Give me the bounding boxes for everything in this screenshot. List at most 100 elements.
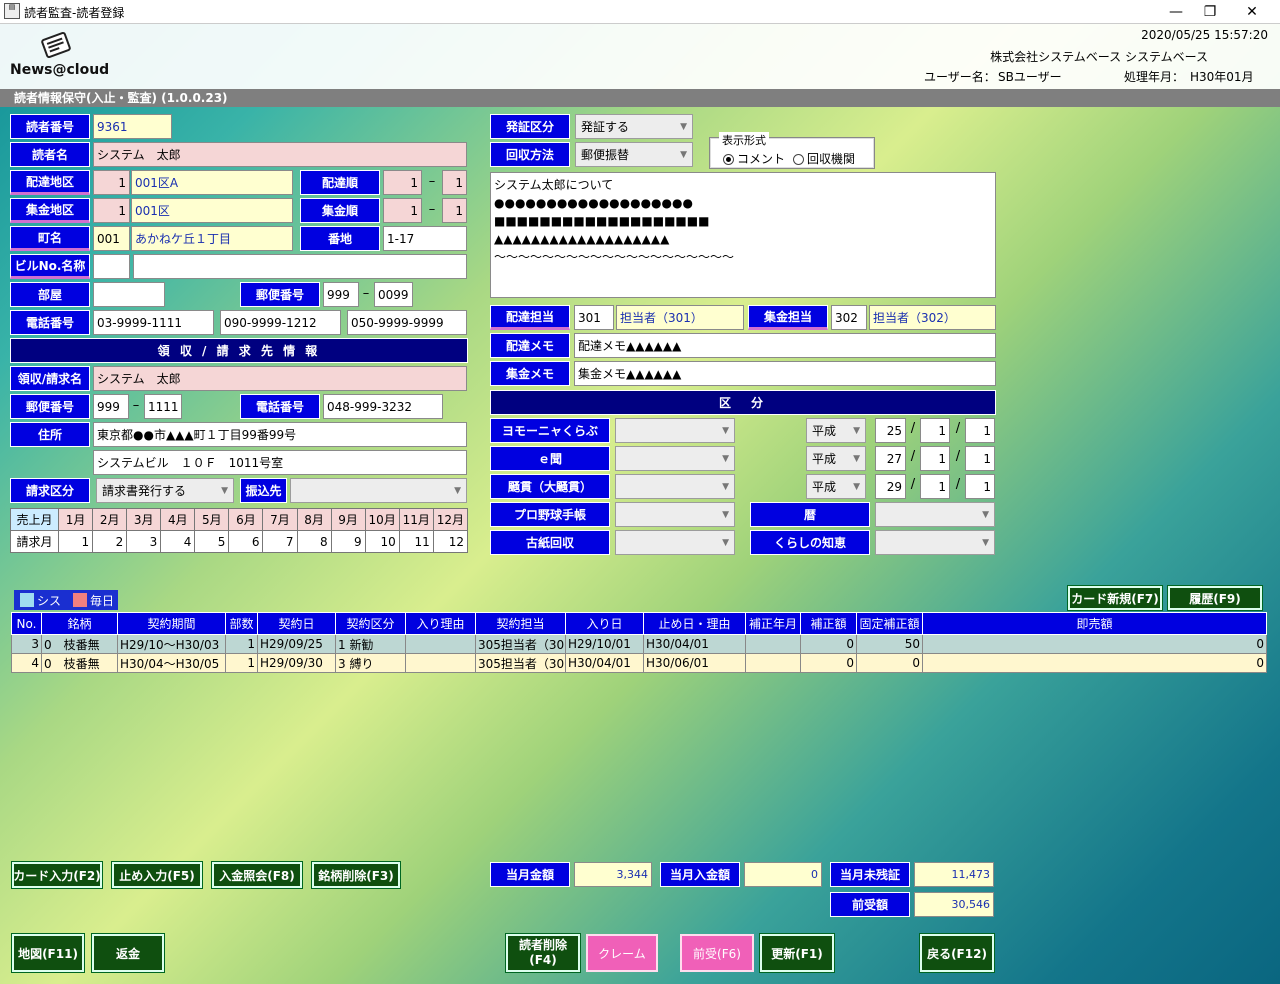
bill-month-cell[interactable]: 3	[126, 530, 162, 553]
bill-month-cell[interactable]: 2	[92, 530, 128, 553]
update-button[interactable]: 更新(F1)	[759, 933, 835, 973]
bill-month-cell[interactable]: 7	[262, 530, 298, 553]
category-select[interactable]: ▼	[615, 418, 735, 443]
town-button[interactable]: 町名	[10, 226, 90, 251]
tel-input-2[interactable]: 090-9999-1212	[220, 310, 341, 335]
year-input[interactable]: 27	[875, 446, 906, 471]
delivery-staff-code[interactable]: 301	[574, 305, 614, 330]
column-header[interactable]: 入り日	[565, 612, 644, 635]
bill-month-cell[interactable]: 1	[58, 530, 94, 553]
bill-month-cell[interactable]: 12	[432, 530, 469, 553]
stop-input-button[interactable]: 止め入力(F5)	[111, 861, 203, 889]
collection-area-button[interactable]: 集金地区	[10, 198, 90, 223]
bill-month-cell[interactable]: 6	[228, 530, 264, 553]
maximize-icon[interactable]: ❐	[1192, 2, 1228, 22]
tel-input-3[interactable]: 050-9999-9999	[347, 310, 467, 335]
delivery-memo-input[interactable]: 配達メモ▲▲▲▲▲▲	[574, 333, 996, 358]
day-input[interactable]: 1	[965, 474, 995, 499]
reader-name-input[interactable]: システム 太郎	[93, 142, 467, 167]
delete-reader-button[interactable]: 読者削除 (F4)	[505, 933, 581, 973]
back-button[interactable]: 戻る(F12)	[919, 933, 995, 973]
room-input[interactable]	[93, 282, 165, 307]
claim-button[interactable]: クレーム	[586, 934, 658, 972]
tel-input-1[interactable]: 03-9999-1111	[93, 310, 214, 335]
billing-tel-input[interactable]: 048-999-3232	[323, 394, 443, 419]
minimize-icon[interactable]: —	[1158, 2, 1194, 22]
column-header[interactable]: 銘柄	[41, 612, 118, 635]
card-input-button[interactable]: カード入力(F2)	[11, 861, 103, 889]
column-header[interactable]: 契約担当	[475, 612, 566, 635]
column-header[interactable]: 契約日	[257, 612, 336, 635]
billing-type-select[interactable]: 請求書発行する ▼	[96, 478, 234, 503]
column-header[interactable]: 部数	[225, 612, 258, 635]
bill-month-cell[interactable]: 4	[160, 530, 196, 553]
radio-comment[interactable]: コメント	[723, 150, 785, 167]
bill-month-cell[interactable]: 9	[330, 530, 366, 553]
map-button[interactable]: 地図(F11)	[11, 933, 85, 973]
year-input[interactable]: 29	[875, 474, 906, 499]
address-line-1[interactable]: 東京都●●市▲▲▲町１丁目99番99号	[93, 422, 467, 447]
era-select[interactable]: 平成 ▼	[806, 446, 866, 471]
refund-button[interactable]: 返金	[91, 933, 165, 973]
billing-zip-2[interactable]: 1111	[144, 394, 182, 419]
history-button[interactable]: 履歴(F9)	[1167, 585, 1263, 611]
table-row[interactable]: 30 枝番無 H29/10～H30/03 1 H29/09/25 1 新勧 305担当者（…	[11, 634, 1267, 654]
prepay-button[interactable]: 前受(F6)	[680, 934, 754, 972]
bill-month-cell[interactable]: 11	[398, 530, 434, 553]
address-line-2[interactable]: システムビル １０Ｆ 1011号室	[93, 450, 467, 475]
bill-month-cell[interactable]: 8	[296, 530, 332, 553]
column-header[interactable]: 止め日・理由	[643, 612, 746, 635]
collection-method-select[interactable]: 郵便振替 ▼	[575, 142, 693, 167]
column-header[interactable]: 補正額	[800, 612, 857, 635]
delete-brand-button[interactable]: 銘柄削除(F3)	[311, 861, 401, 889]
era-select[interactable]: 平成 ▼	[806, 418, 866, 443]
delivery-area-code[interactable]: 1	[93, 170, 130, 195]
month-input[interactable]: 1	[920, 418, 950, 443]
banchi-input[interactable]: 1-17	[383, 226, 467, 251]
month-input[interactable]: 1	[920, 474, 950, 499]
collection-area-code[interactable]: 1	[93, 198, 130, 223]
baseball-notebook-select[interactable]: ▼	[615, 502, 735, 527]
delivery-staff-button[interactable]: 配達担当	[490, 305, 570, 330]
column-header[interactable]: 即売額	[922, 612, 1267, 635]
billing-name-input[interactable]: システム 太郎	[93, 366, 467, 391]
column-header[interactable]: 補正年月	[745, 612, 801, 635]
close-icon[interactable]: ✕	[1234, 2, 1270, 22]
delivery-order-b[interactable]: 1	[442, 170, 467, 195]
life-tips-select[interactable]: ▼	[875, 530, 995, 555]
bill-month-cell[interactable]: 5	[194, 530, 230, 553]
collection-order-b[interactable]: 1	[442, 198, 467, 223]
paper-recycle-select[interactable]: ▼	[615, 530, 735, 555]
era-select[interactable]: 平成 ▼	[806, 474, 866, 499]
category-select[interactable]: ▼	[615, 474, 735, 499]
issue-type-select[interactable]: 発証する ▼	[575, 114, 693, 139]
collection-memo-input[interactable]: 集金メモ▲▲▲▲▲▲	[574, 361, 996, 386]
column-header[interactable]: 入り理由	[405, 612, 476, 635]
day-input[interactable]: 1	[965, 418, 995, 443]
zip-input-2[interactable]: 0099	[374, 282, 413, 307]
reader-no-input[interactable]: 9361	[93, 114, 172, 139]
collection-staff-button[interactable]: 集金担当	[748, 305, 828, 330]
collection-staff-code[interactable]: 302	[831, 305, 867, 330]
month-input[interactable]: 1	[920, 446, 950, 471]
column-header[interactable]: 契約期間	[117, 612, 226, 635]
table-row[interactable]: 40 枝番無 H30/04～H30/05 1 H29/09/30 3 縛り 305担当者（…	[11, 653, 1267, 673]
comment-textarea[interactable]: システム太郎について ●●●●●●●●●●●●●●●●●●● ■■■■■■■■■…	[490, 172, 996, 298]
town-code[interactable]: 001	[93, 226, 130, 251]
building-name[interactable]	[133, 254, 467, 279]
bill-month-cell[interactable]: 10	[364, 530, 400, 553]
category-select[interactable]: ▼	[615, 446, 735, 471]
building-button[interactable]: ビルNo.名称	[10, 254, 90, 279]
payment-inquiry-button[interactable]: 入金照会(F8)	[211, 861, 303, 889]
billing-zip-1[interactable]: 999	[93, 394, 129, 419]
year-input[interactable]: 25	[875, 418, 906, 443]
card-new-button[interactable]: カード新規(F7)	[1067, 585, 1163, 611]
column-header[interactable]: No.	[11, 612, 42, 635]
radio-agency[interactable]: 回収機関	[793, 150, 855, 167]
collection-order-a[interactable]: 1	[383, 198, 422, 223]
calendar-select[interactable]: ▼	[875, 502, 995, 527]
zip-input-1[interactable]: 999	[323, 282, 359, 307]
day-input[interactable]: 1	[965, 446, 995, 471]
delivery-order-a[interactable]: 1	[383, 170, 422, 195]
delivery-area-button[interactable]: 配達地区	[10, 170, 90, 195]
